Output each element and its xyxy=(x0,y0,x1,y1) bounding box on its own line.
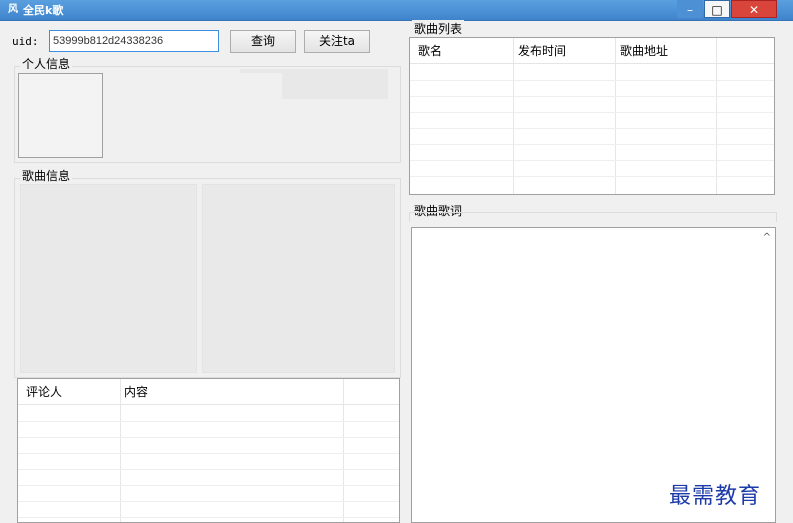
song-list-col-url: 歌曲地址 xyxy=(620,44,669,58)
uid-input[interactable] xyxy=(49,30,219,52)
song-cover-panel xyxy=(20,184,197,373)
song-list-table[interactable]: 歌名 发布时间 歌曲地址 xyxy=(409,37,775,195)
title-bar[interactable]: 风 全民k歌 – □ ✕ xyxy=(0,0,793,21)
comments-col-content: 内容 xyxy=(124,385,149,399)
song-list-col-name: 歌名 xyxy=(418,44,443,58)
song-list-header: 歌名 发布时间 歌曲地址 xyxy=(410,38,774,64)
song-info-group-label: 歌曲信息 xyxy=(20,167,73,184)
avatar xyxy=(18,73,103,158)
comments-col-commenter: 评论人 xyxy=(26,385,63,399)
profile-info-field xyxy=(282,69,388,99)
song-list-group-label: 歌曲列表 xyxy=(412,20,465,37)
watermark: 最需教育 xyxy=(669,484,762,509)
minimize-button[interactable]: – xyxy=(677,0,703,18)
close-button[interactable]: ✕ xyxy=(731,0,777,18)
uid-label: uid: xyxy=(12,35,39,48)
follow-button[interactable]: 关注ta xyxy=(304,30,370,53)
song-detail-panel xyxy=(202,184,395,373)
comments-header: 评论人 内容 xyxy=(18,379,399,405)
profile-group-label: 个人信息 xyxy=(20,55,73,72)
comments-table[interactable]: 评论人 内容 xyxy=(17,378,400,523)
lyrics-groupbox xyxy=(409,212,777,222)
song-list-col-date: 发布时间 xyxy=(518,44,567,58)
maximize-button[interactable]: □ xyxy=(704,0,730,18)
window-title: 全民k歌 xyxy=(23,4,64,17)
scroll-up-icon[interactable]: ^ xyxy=(763,232,771,243)
app-icon: 风 xyxy=(8,4,18,15)
query-button[interactable]: 查询 xyxy=(230,30,296,53)
